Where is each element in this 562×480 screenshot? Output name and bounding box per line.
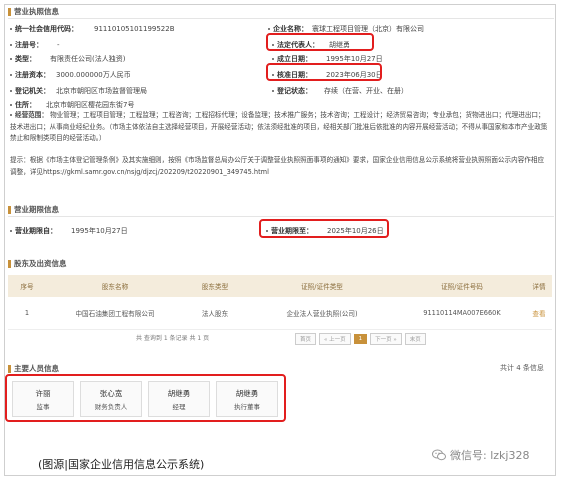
prev-page-button[interactable]: « 上一页 bbox=[319, 333, 351, 345]
section-divider bbox=[8, 216, 554, 217]
term-section-title: 营业期限信息 bbox=[8, 204, 59, 215]
bullet bbox=[10, 44, 12, 46]
shareholder-section-title-text: 股东及出资信息 bbox=[14, 259, 67, 268]
cell-name: 中国石油集团工程有限公司 bbox=[46, 297, 184, 330]
credit-code-value: 91110105101199522B bbox=[94, 25, 175, 33]
bullet bbox=[268, 28, 270, 30]
license-section-title-text: 营业执照信息 bbox=[14, 7, 59, 16]
table-row: 1 中国石油集团工程有限公司 法人股东 企业法人营业执照(公司) 9111011… bbox=[8, 297, 552, 330]
col-header-type: 股东类型 bbox=[184, 275, 246, 297]
cell-id-type: 企业法人营业执照(公司) bbox=[246, 297, 398, 330]
approval-date-highlight bbox=[266, 63, 382, 81]
col-header-name: 股东名称 bbox=[46, 275, 184, 297]
next-page-button[interactable]: 下一页 » bbox=[370, 333, 402, 345]
authority-value: 北京市朝阳区市场监督管理局 bbox=[56, 87, 147, 95]
business-scope: 经营范围： 物业管理；工程项目管理；工程监理；工程咨询；工程招标代理；设备监理；… bbox=[10, 110, 550, 145]
bullet bbox=[272, 90, 274, 92]
term-from-value: 1995年10月27日 bbox=[71, 227, 128, 235]
section-divider bbox=[8, 18, 554, 19]
col-header-id-no: 证照/证件号码 bbox=[398, 275, 526, 297]
wechat-watermark: 微信号: lzkj328 bbox=[432, 447, 529, 463]
capital-label: 注册资本： bbox=[15, 71, 50, 79]
address-label: 住所： bbox=[15, 101, 36, 109]
section-marker bbox=[8, 205, 11, 214]
detail-link[interactable]: 查看 bbox=[526, 297, 552, 330]
bullet bbox=[10, 230, 12, 232]
first-page-button[interactable]: 首页 bbox=[295, 333, 317, 345]
legal-rep-highlight bbox=[266, 33, 374, 51]
credit-code-row: 统一社会信用代码： 91110105101199522B bbox=[10, 24, 175, 34]
bullet bbox=[10, 74, 12, 76]
pagination: 共 查询到 1 条记录 共 1 页 bbox=[136, 333, 209, 342]
type-label: 类型： bbox=[15, 55, 36, 63]
type-row: 类型： 有限责任公司(法人独资) bbox=[10, 54, 125, 64]
personnel-section-title-text: 主要人员信息 bbox=[14, 364, 59, 373]
shareholder-section-title: 股东及出资信息 bbox=[8, 258, 67, 269]
personnel-section-title: 主要人员信息 bbox=[8, 363, 59, 374]
reg-no-row: 注册号： - bbox=[10, 40, 60, 50]
notice-text: 提示：根据《市场主体登记管理条例》及其实施细则，按照《市场监督总局办公厅关于调整… bbox=[10, 156, 545, 176]
bullet bbox=[10, 114, 12, 116]
status-value: 存续（在营、开业、在册） bbox=[324, 87, 408, 95]
bullet bbox=[10, 28, 12, 30]
license-section-title: 营业执照信息 bbox=[8, 6, 59, 17]
section-marker bbox=[8, 7, 11, 16]
cell-id-no: 91110114MA007E660K bbox=[398, 297, 526, 330]
type-value: 有限责任公司(法人独资) bbox=[50, 55, 126, 63]
bullet bbox=[272, 58, 274, 60]
term-section-title-text: 营业期限信息 bbox=[14, 205, 59, 214]
term-from-label: 营业期限自： bbox=[15, 227, 57, 235]
credit-code-label: 统一社会信用代码： bbox=[15, 25, 78, 33]
wechat-icon bbox=[432, 449, 446, 461]
table-header-row: 序号 股东名称 股东类型 证照/证件类型 证照/证件号码 详情 bbox=[8, 275, 552, 297]
shareholder-table: 序号 股东名称 股东类型 证照/证件类型 证照/证件号码 详情 1 中国石油集团… bbox=[8, 275, 552, 330]
scope-label: 经营范围： bbox=[15, 111, 48, 119]
capital-value: 3000.000000万人民币 bbox=[56, 71, 131, 79]
bullet bbox=[10, 90, 12, 92]
address-row: 住所： 北京市朝阳区樱花园东街7号 bbox=[10, 100, 134, 110]
cell-type: 法人股东 bbox=[184, 297, 246, 330]
wechat-id: 微信号: lzkj328 bbox=[450, 449, 530, 462]
capital-row: 注册资本： 3000.000000万人民币 bbox=[10, 70, 131, 80]
image-source-caption: (图源|国家企业信用信息公示系统) bbox=[38, 458, 205, 471]
bullet bbox=[10, 104, 12, 106]
section-marker bbox=[8, 259, 11, 268]
status-label: 登记状态： bbox=[277, 87, 312, 95]
status-row: 登记状态： 存续（在营、开业、在册） bbox=[272, 86, 408, 96]
pager-summary: 共 查询到 1 条记录 共 1 页 bbox=[136, 335, 210, 342]
personnel-count: 共计 4 条信息 bbox=[500, 364, 544, 372]
scope-text: 物业管理；工程项目管理；工程监理；工程咨询；工程招标代理；设备监理；技术推广服务… bbox=[10, 111, 548, 142]
authority-row: 登记机关： 北京市朝阳区市场监督管理局 bbox=[10, 86, 147, 96]
pagination-controls: 首页 « 上一页 1 下一页 » 末页 bbox=[292, 333, 426, 345]
current-page-button[interactable]: 1 bbox=[353, 334, 368, 344]
address-value: 北京市朝阳区樱花园东街7号 bbox=[46, 101, 135, 109]
term-end-highlight bbox=[259, 219, 389, 238]
cell-no: 1 bbox=[8, 297, 46, 330]
bullet bbox=[10, 58, 12, 60]
term-from-row: 营业期限自： 1995年10月27日 bbox=[10, 226, 128, 236]
reg-no-value: - bbox=[57, 41, 60, 49]
col-header-detail: 详情 bbox=[526, 275, 552, 297]
last-page-button[interactable]: 末页 bbox=[404, 333, 426, 345]
personnel-highlight bbox=[5, 374, 286, 422]
col-header-id-type: 证照/证件类型 bbox=[246, 275, 398, 297]
section-marker bbox=[8, 364, 11, 373]
authority-label: 登记机关： bbox=[15, 87, 50, 95]
reg-no-label: 注册号： bbox=[15, 41, 43, 49]
col-header-no: 序号 bbox=[8, 275, 46, 297]
